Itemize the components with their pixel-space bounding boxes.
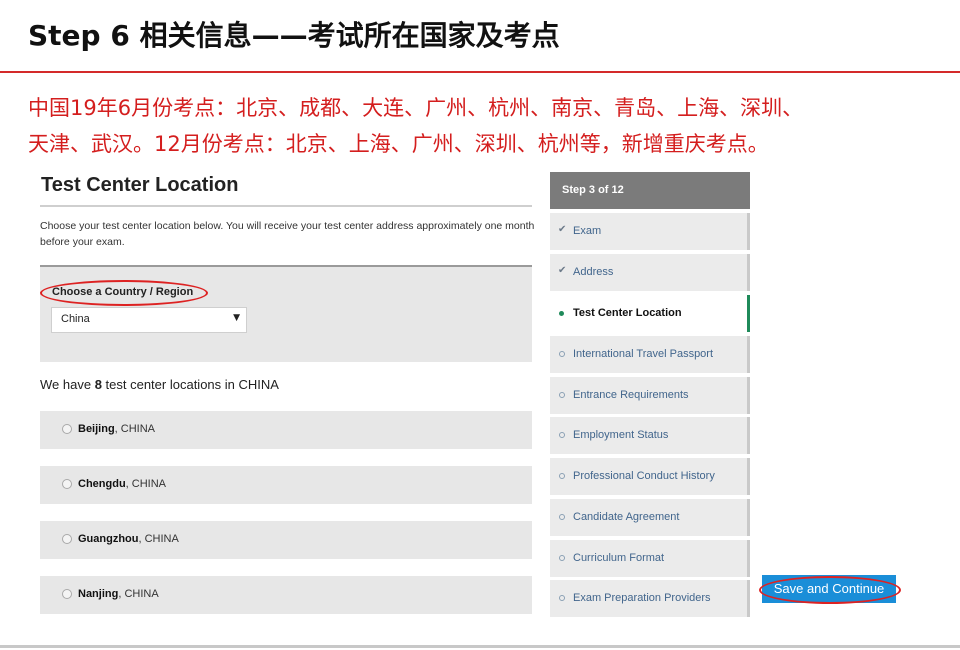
test-center-form: Test Center Location Choose your test ce…: [34, 168, 544, 622]
step-label: Candidate Agreement: [573, 511, 680, 523]
step-label: Employment Status: [573, 429, 669, 441]
step-international-travel-passport[interactable]: International Travel Passport: [550, 336, 750, 373]
annotation-circle: [759, 576, 901, 604]
dropdown-caret-icon: ▼: [233, 313, 240, 323]
location-option-chengdu[interactable]: Chengdu, CHINA: [40, 466, 532, 504]
location-country: , CHINA: [125, 478, 167, 490]
location-option-nanjing[interactable]: Nanjing, CHINA: [40, 576, 532, 614]
slide-title: Step 6 相关信息——考试所在国家及考点: [28, 19, 560, 52]
country-label: Choose a Country / Region: [52, 286, 194, 298]
step-exam[interactable]: ✔ Exam: [550, 213, 750, 250]
step-test-center-location[interactable]: Test Center Location: [550, 295, 750, 332]
step-label: Exam Preparation Providers: [573, 592, 711, 604]
title-underline: [40, 205, 532, 207]
pending-step-circle-icon: [559, 555, 565, 561]
location-city: Nanjing: [78, 588, 119, 600]
country-select[interactable]: China ▼: [51, 307, 247, 333]
bottom-divider: [0, 645, 960, 648]
title-divider: [0, 71, 960, 73]
step-label: International Travel Passport: [573, 348, 714, 360]
location-city: Beijing: [78, 423, 115, 435]
pending-step-circle-icon: [559, 432, 565, 438]
location-country: , CHINA: [118, 588, 159, 600]
step-label: Professional Conduct History: [573, 470, 715, 482]
radio-icon[interactable]: [62, 589, 72, 599]
location-option-beijing[interactable]: Beijing, CHINA: [40, 411, 532, 449]
radio-icon[interactable]: [62, 534, 72, 544]
step-label: Entrance Requirements: [573, 389, 689, 401]
step-entrance-requirements[interactable]: Entrance Requirements: [550, 377, 750, 414]
step-professional-conduct-history[interactable]: Professional Conduct History: [550, 458, 750, 495]
pending-step-circle-icon: [559, 514, 565, 520]
step-employment-status[interactable]: Employment Status: [550, 417, 750, 454]
step-label: Exam: [573, 225, 602, 237]
step-label: Curriculum Format: [573, 552, 665, 564]
country-section: Choose a Country / Region China ▼: [40, 265, 532, 362]
checkmark-icon: ✔: [558, 224, 567, 235]
radio-icon[interactable]: [62, 479, 72, 489]
location-city: Guangzhou: [78, 533, 139, 545]
location-count: 8: [94, 377, 102, 392]
location-country: , CHINA: [138, 533, 179, 545]
step-candidate-agreement[interactable]: Candidate Agreement: [550, 499, 750, 536]
location-summary: We have 8 test center locations in CHINA: [40, 377, 279, 392]
country-select-value: China: [61, 313, 90, 325]
location-country: , CHINA: [114, 423, 156, 435]
step-address[interactable]: ✔ Address: [550, 254, 750, 291]
pending-step-circle-icon: [559, 473, 565, 479]
step-curriculum-format[interactable]: Curriculum Format: [550, 540, 750, 577]
form-description: Choose your test center location below. …: [40, 220, 535, 248]
pending-step-circle-icon: [559, 392, 565, 398]
step-exam-preparation-providers[interactable]: Exam Preparation Providers: [550, 580, 750, 617]
radio-icon[interactable]: [62, 424, 72, 434]
location-option-guangzhou[interactable]: Guangzhou, CHINA: [40, 521, 532, 559]
note-line-2: 天津、武汉。12月份考点：北京、上海、广州、深圳、杭州等，新增重庆考点。: [28, 132, 769, 156]
step-label: Address: [573, 266, 614, 278]
current-step-dot-icon: [559, 311, 564, 316]
pending-step-circle-icon: [559, 595, 565, 601]
checkmark-icon: ✔: [558, 265, 567, 276]
pending-step-circle-icon: [559, 351, 565, 357]
page-title: Test Center Location: [41, 174, 239, 196]
note-line-1: 中国19年6月份考点：北京、成都、大连、广州、杭州、南京、青岛、上海、深圳、: [28, 96, 804, 120]
step-label: Test Center Location: [573, 307, 682, 319]
location-city: Chengdu: [78, 478, 126, 490]
step-counter: Step 3 of 12: [550, 172, 750, 209]
